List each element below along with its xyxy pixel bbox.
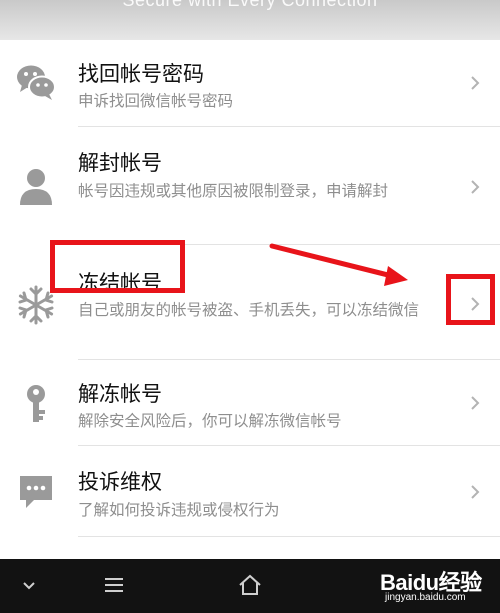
menu-item-desc: 自己或朋友的帐号被盗、手机丢失，可以冻结微信 [78,301,420,319]
annotation-highlight-title [50,240,185,293]
chevron-right-icon[interactable] [466,483,484,501]
menu-item-title: 投诉维权 [78,470,162,494]
user-icon [20,169,52,205]
menu-item-desc: 申诉找回微信帐号密码 [78,92,234,110]
annotation-highlight-chevron [446,274,495,325]
menu-item-desc: 解除安全风险后，你可以解冻微信帐号 [78,412,342,430]
wechat-icon [17,65,56,100]
menu-item-title: 找回帐号密码 [78,62,204,86]
menu-item-title: 解封帐号 [78,151,162,175]
menu-item-complaint[interactable]: 投诉维权 了解如何投诉违规或侵权行为 [0,446,500,537]
header-subtitle: Secure with Every Connection [122,0,378,10]
menu-item-unblock-account[interactable]: 解封帐号 帐号因违规或其他原因被限制登录，申请解封 [0,127,500,245]
menu-item-title: 解冻帐号 [78,382,162,406]
page-header: Secure with Every Connection [0,0,500,40]
key-icon [27,385,45,422]
baidu-watermark-url: jingyan.baidu.com [385,592,466,603]
menu-icon[interactable] [102,574,126,596]
chevron-down-icon[interactable] [18,576,40,596]
chevron-right-icon[interactable] [466,178,484,196]
chat-bubble-icon [20,476,52,508]
menu-item-desc: 帐号因违规或其他原因被限制登录，申请解封 [78,182,389,200]
home-icon[interactable] [236,571,264,599]
chevron-right-icon[interactable] [466,74,484,92]
menu-item-recover-password[interactable]: 找回帐号密码 申诉找回微信帐号密码 [0,40,500,127]
annotation-arrow [269,243,408,286]
menu-item-desc: 了解如何投诉违规或侵权行为 [78,501,280,519]
menu-item-unfreeze-account[interactable]: 解冻帐号 解除安全风险后，你可以解冻微信帐号 [0,360,500,446]
chevron-right-icon[interactable] [466,394,484,412]
